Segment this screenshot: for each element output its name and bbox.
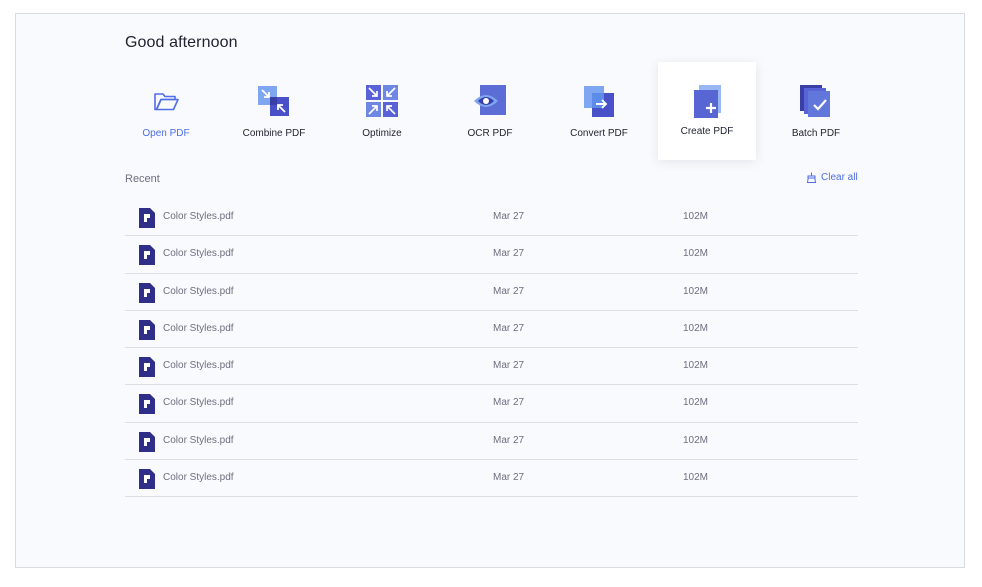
recent-file-row[interactable]: Color Styles.pdf Mar 27 102M [125,460,858,498]
file-date: Mar 27 [493,248,525,260]
file-date: Mar 27 [493,472,525,484]
clear-all-label: Clear all [821,172,858,183]
ocr-pdf-label: OCR PDF [467,128,513,139]
file-size: 102M [683,211,709,222]
ocr-pdf-button[interactable]: OCR PDF [441,62,539,160]
file-size: 102M [683,360,709,372]
clear-all-button[interactable]: Clear all [806,172,858,183]
file-date: Mar 27 [493,211,525,222]
batch-pdf-button[interactable]: Batch PDF [767,62,865,160]
file-name: Color Styles.pdf [163,248,234,260]
recent-file-list: Color Styles.pdf Mar 27 102M Color Style… [125,199,858,498]
file-date: Mar 27 [493,397,525,409]
ocr-eye-icon [472,83,508,119]
open-pdf-label: Open PDF [142,128,190,139]
folder-open-icon [148,83,184,119]
pdf-file-icon [139,208,155,228]
batch-pdf-label: Batch PDF [791,128,841,139]
recent-heading: Recent [125,173,160,185]
pdf-file-icon [139,319,155,340]
optimize-button[interactable]: Optimize [333,62,431,160]
file-size: 102M [683,472,709,484]
file-size: 102M [683,322,709,334]
optimize-label: Optimize [362,128,402,139]
file-name: Color Styles.pdf [163,285,234,297]
file-name: Color Styles.pdf [163,397,234,409]
pdf-file-icon [139,282,155,303]
app-window: Good afternoon Open PDF Combine PDF Opti… [15,13,965,568]
pdf-file-icon [139,357,155,378]
file-date: Mar 27 [493,322,525,334]
recent-file-row[interactable]: Color Styles.pdf Mar 27 102M [125,385,858,423]
file-size: 102M [683,248,709,260]
pdf-file-icon [139,245,155,266]
optimize-icon [364,83,400,119]
combine-icon [256,83,292,119]
file-name: Color Styles.pdf [163,434,234,446]
tool-grid: Open PDF Combine PDF Optimize OCR PDF Co… [16,62,966,162]
recent-file-row[interactable]: Color Styles.pdf Mar 27 102M [125,348,858,386]
file-name: Color Styles.pdf [163,211,234,222]
greeting-heading: Good afternoon [125,34,238,51]
file-size: 102M [683,434,709,446]
file-date: Mar 27 [493,434,525,446]
file-name: Color Styles.pdf [163,322,234,334]
file-date: Mar 27 [493,360,525,372]
convert-icon [581,83,617,119]
recent-file-row[interactable]: Color Styles.pdf Mar 27 102M [125,199,858,237]
recent-file-row[interactable]: Color Styles.pdf Mar 27 102M [125,236,858,274]
create-plus-icon [689,83,725,119]
file-name: Color Styles.pdf [163,472,234,484]
recent-file-row[interactable]: Color Styles.pdf Mar 27 102M [125,311,858,349]
pdf-file-icon [139,431,155,452]
create-pdf-button[interactable]: Create PDF [658,62,756,160]
file-size: 102M [683,285,709,297]
pdf-file-icon [139,469,155,490]
convert-pdf-label: Convert PDF [570,128,628,139]
pdf-file-icon [139,394,155,415]
file-name: Color Styles.pdf [163,360,234,372]
broom-icon [806,172,817,183]
recent-file-row[interactable]: Color Styles.pdf Mar 27 102M [125,423,858,461]
file-date: Mar 27 [493,285,525,297]
recent-file-row[interactable]: Color Styles.pdf Mar 27 102M [125,274,858,311]
create-pdf-label: Create PDF [680,126,734,137]
convert-pdf-button[interactable]: Convert PDF [550,62,648,160]
combine-pdf-label: Combine PDF [242,128,306,139]
combine-pdf-button[interactable]: Combine PDF [225,62,323,160]
open-pdf-button[interactable]: Open PDF [117,62,215,160]
file-size: 102M [683,397,709,409]
batch-check-icon [798,83,834,119]
